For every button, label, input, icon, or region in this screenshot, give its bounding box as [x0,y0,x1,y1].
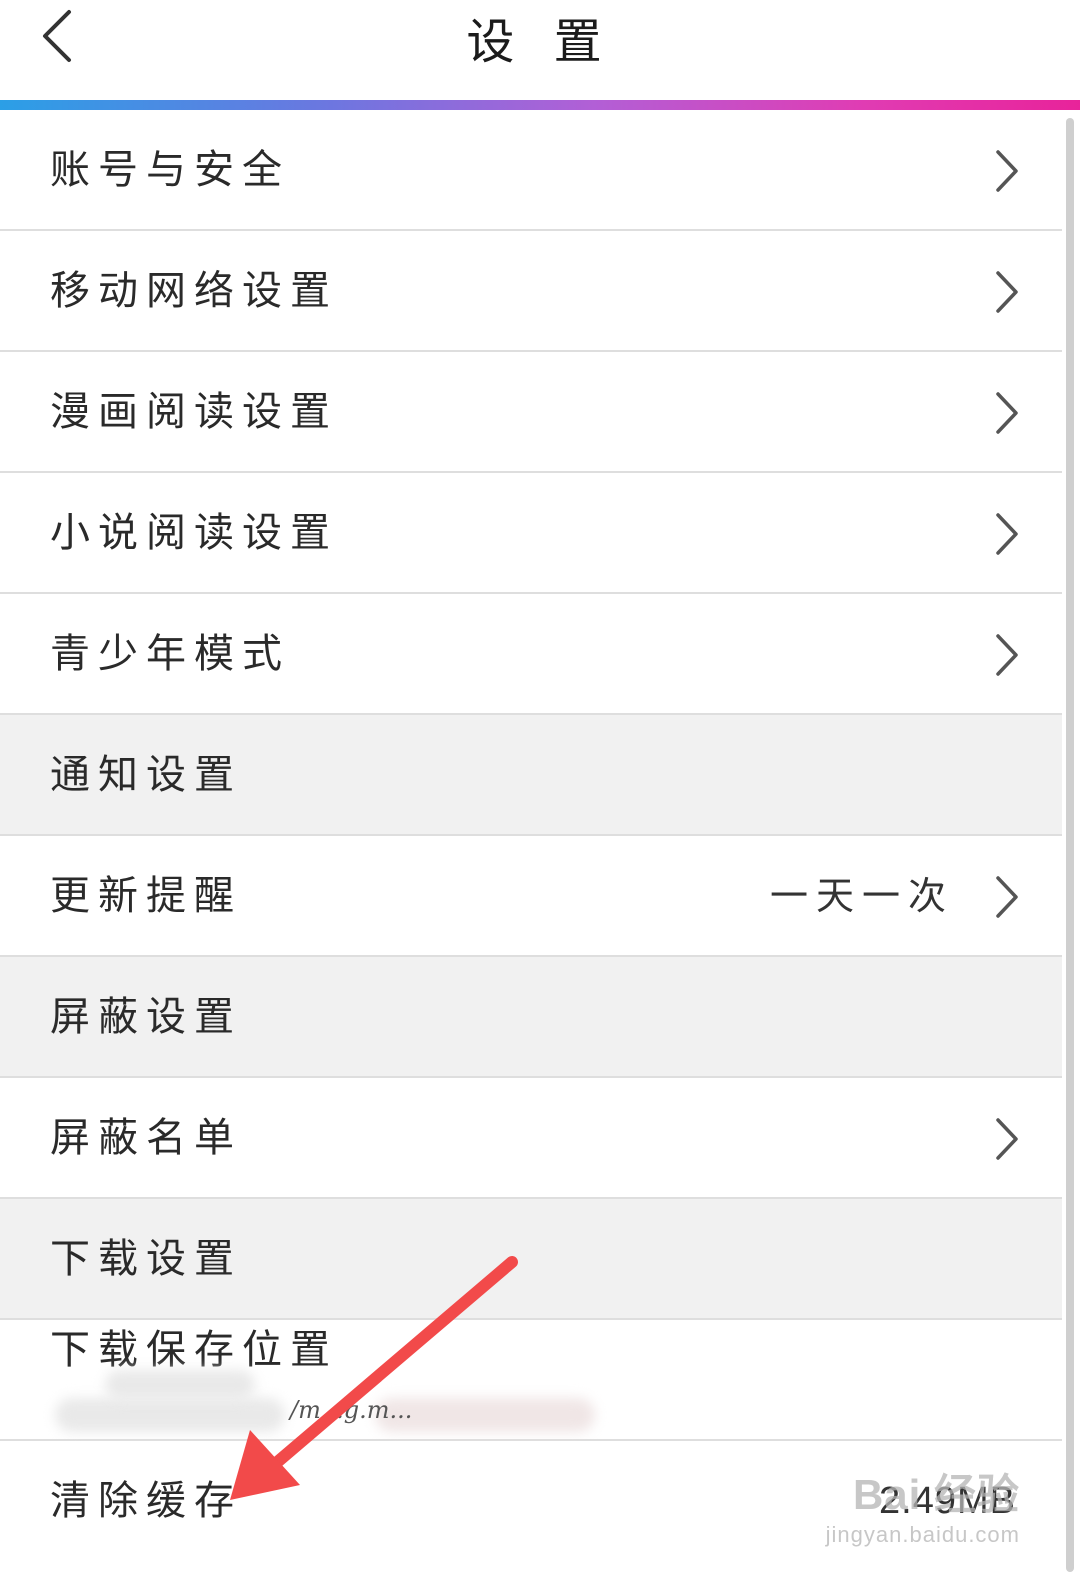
download-path-text: /m...g.m... [290,1396,413,1424]
settings-item-label: 移动网络设置 [50,268,338,314]
settings-item-label: 清除缓存 [50,1478,242,1524]
scrollbar[interactable] [1066,118,1074,1572]
settings-item-label: 小说阅读设置 [50,510,338,556]
chevron-right-icon [996,634,1018,676]
settings-item-teen-mode[interactable]: 青少年模式 [0,594,1062,715]
settings-item-download-location[interactable]: 下载保存位置 /m...g.m... [0,1320,1062,1441]
settings-item-update-reminder[interactable]: 更新提醒 一天一次 [0,836,1062,957]
section-header-block: 屏蔽设置 [0,957,1062,1078]
update-reminder-value: 一天一次 [769,874,954,918]
settings-item-label: 屏蔽名单 [50,1115,242,1161]
settings-item-account-security[interactable]: 账号与安全 [0,110,1062,231]
settings-list: 账号与安全 移动网络设置 漫画阅读设置 小说阅读设置 青少年模式 通知设置 更新… [0,110,1062,1562]
header-bar: 设 置 [0,0,1080,100]
settings-item-block-list[interactable]: 屏蔽名单 [0,1078,1062,1199]
watermark: Bai 经验 jingyan.baidu.com [826,1461,1020,1548]
settings-item-label: 账号与安全 [50,147,290,193]
watermark-sub: jingyan.baidu.com [825,1522,1020,1547]
chevron-right-icon [996,392,1018,434]
settings-item-label: 更新提醒 [50,873,242,919]
chevron-right-icon [996,271,1018,313]
settings-item-comic-reading[interactable]: 漫画阅读设置 [0,352,1062,473]
section-header-label: 通知设置 [50,752,242,798]
download-path-redacted: /m...g.m... [35,1370,595,1432]
chevron-right-icon [996,876,1018,918]
chevron-right-icon [996,1118,1018,1160]
chevron-right-icon [996,513,1018,555]
settings-item-label: 漫画阅读设置 [50,389,338,435]
chevron-right-icon [996,150,1018,192]
section-header-label: 屏蔽设置 [50,994,242,1040]
settings-item-mobile-network[interactable]: 移动网络设置 [0,231,1062,352]
settings-item-novel-reading[interactable]: 小说阅读设置 [0,473,1062,594]
watermark-main: Bai 经验 [852,1471,1020,1518]
settings-item-label: 青少年模式 [50,631,290,677]
accent-divider [0,100,1080,110]
page-title: 设 置 [466,14,614,70]
section-header-notification: 通知设置 [0,715,1062,836]
